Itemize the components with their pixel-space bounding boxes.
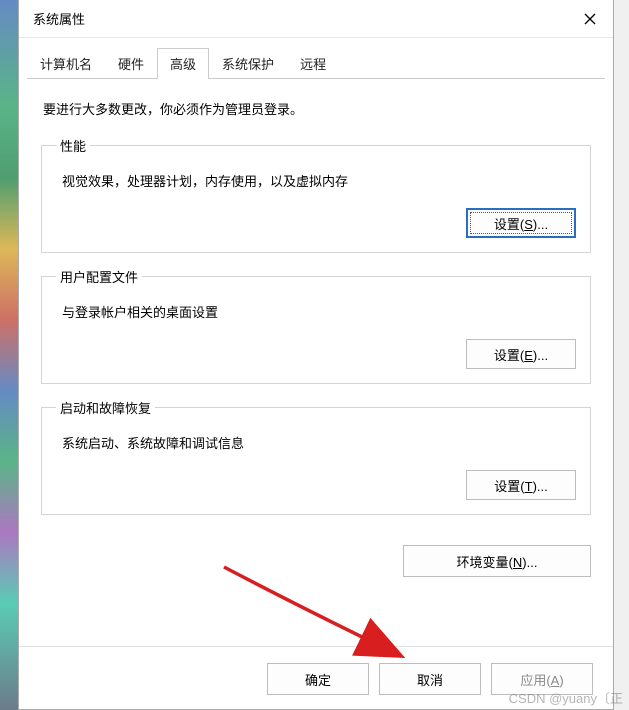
- apply-label: 应用(A): [520, 673, 563, 688]
- profiles-legend: 用户配置文件: [56, 267, 142, 286]
- admin-notice: 要进行大多数更改，你必须作为管理员登录。: [43, 99, 591, 118]
- performance-legend: 性能: [56, 136, 90, 155]
- user-profiles-group: 用户配置文件 与登录帐户相关的桌面设置 设置(E)...: [41, 267, 591, 384]
- titlebar: 系统属性: [19, 0, 613, 38]
- profiles-desc: 与登录帐户相关的桌面设置: [62, 302, 576, 321]
- startup-settings-button[interactable]: 设置(T)...: [466, 470, 576, 500]
- env-button-label: 环境变量(N)...: [457, 555, 538, 570]
- performance-settings-button[interactable]: 设置(S)...: [466, 208, 576, 238]
- startup-desc: 系统启动、系统故障和调试信息: [62, 433, 576, 452]
- close-button[interactable]: [579, 8, 601, 30]
- environment-variables-button[interactable]: 环境变量(N)...: [403, 545, 591, 577]
- tab-computer-name[interactable]: 计算机名: [27, 48, 105, 78]
- performance-group: 性能 视觉效果，处理器计划，内存使用，以及虚拟内存 设置(S)...: [41, 136, 591, 253]
- tabs-bar: 计算机名 硬件 高级 系统保护 远程: [27, 48, 605, 79]
- profiles-settings-button[interactable]: 设置(E)...: [466, 339, 576, 369]
- tab-system-protection[interactable]: 系统保护: [209, 48, 287, 78]
- tab-hardware[interactable]: 硬件: [105, 48, 157, 78]
- tab-advanced[interactable]: 高级: [157, 48, 209, 79]
- performance-desc: 视觉效果，处理器计划，内存使用，以及虚拟内存: [62, 171, 576, 190]
- startup-legend: 启动和故障恢复: [56, 398, 155, 417]
- cancel-button[interactable]: 取消: [379, 663, 481, 695]
- env-row: 环境变量(N)...: [41, 529, 591, 587]
- content-area: 要进行大多数更改，你必须作为管理员登录。 性能 视觉效果，处理器计划，内存使用，…: [19, 79, 613, 646]
- background-strip: [0, 0, 18, 710]
- dialog-title: 系统属性: [33, 9, 85, 28]
- watermark: CSDN @yuany〔正: [509, 688, 623, 707]
- ok-button[interactable]: 确定: [267, 663, 369, 695]
- system-properties-dialog: 系统属性 计算机名 硬件 高级 系统保护 远程 要进行大多数更改，你必须作为管理…: [18, 0, 614, 710]
- tab-remote[interactable]: 远程: [287, 48, 339, 78]
- close-icon: [584, 13, 596, 25]
- startup-recovery-group: 启动和故障恢复 系统启动、系统故障和调试信息 设置(T)...: [41, 398, 591, 515]
